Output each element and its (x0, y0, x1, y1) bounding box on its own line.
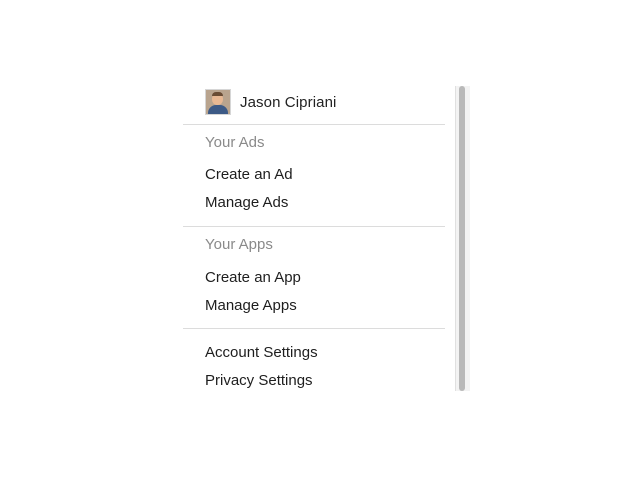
avatar-hair (212, 92, 223, 96)
avatar-shirt (208, 105, 228, 114)
divider (183, 226, 445, 227)
profile-link[interactable]: Jason Cipriani (205, 89, 336, 115)
profile-name: Jason Cipriani (240, 93, 337, 111)
avatar (205, 89, 231, 115)
section-title-your-apps: Your Apps (205, 236, 273, 253)
menu-item-create-app[interactable]: Create an App (205, 269, 301, 286)
account-dropdown-menu: Jason Cipriani Your Ads Create an Ad Man… (183, 84, 445, 390)
scrollbar-thumb[interactable] (459, 86, 465, 391)
menu-item-create-ad[interactable]: Create an Ad (205, 166, 293, 183)
menu-item-manage-ads[interactable]: Manage Ads (205, 194, 288, 211)
section-title-your-ads: Your Ads (205, 134, 265, 151)
vertical-scrollbar[interactable] (455, 86, 470, 391)
divider (183, 328, 445, 329)
screen: Jason Cipriani Your Ads Create an Ad Man… (0, 0, 640, 480)
divider (183, 124, 445, 125)
menu-item-privacy-settings[interactable]: Privacy Settings (205, 372, 313, 389)
menu-item-manage-apps[interactable]: Manage Apps (205, 297, 297, 314)
menu-item-account-settings[interactable]: Account Settings (205, 344, 318, 361)
